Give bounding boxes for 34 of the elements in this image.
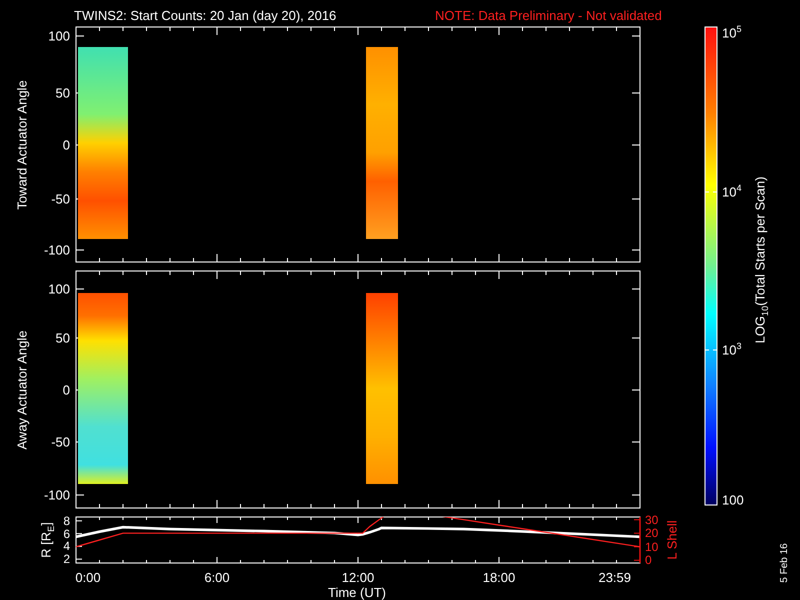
date-label: 5 Feb 16 bbox=[780, 543, 790, 583]
tick-label: 50 bbox=[56, 332, 70, 344]
tick-label: 4 bbox=[63, 540, 70, 552]
tick-label: 100 bbox=[48, 282, 70, 296]
tick-label: 2 bbox=[63, 553, 70, 566]
tick-label: 30 bbox=[645, 514, 658, 526]
tick-label: -50 bbox=[51, 436, 70, 448]
tick-label: 10$^{3}$ bbox=[722, 344, 742, 356]
tick-label: 23:59 bbox=[598, 571, 632, 584]
axis-label: Toward Actuator Angle bbox=[16, 80, 28, 210]
tick-label: 10$^{5}$ bbox=[722, 26, 742, 40]
tick-label: 0 bbox=[645, 554, 652, 566]
preliminary-note: NOTE: Data Preliminary - Not validated bbox=[435, 9, 662, 22]
tick-label: 8 bbox=[63, 514, 70, 527]
tick-label: 18:00 bbox=[482, 571, 516, 584]
tick-label: 10$^{4}$ bbox=[722, 186, 742, 198]
tick-label: 0 bbox=[62, 384, 70, 396]
tick-label: 50 bbox=[56, 86, 70, 100]
tick-label: 100 bbox=[722, 494, 744, 506]
axis-label: L Shell bbox=[666, 520, 678, 560]
axis-label: Time (UT) bbox=[328, 586, 386, 599]
tick-label: -50 bbox=[51, 192, 70, 206]
tick-label: 10 bbox=[645, 540, 658, 553]
tick-label: 100 bbox=[48, 30, 70, 42]
tick-label: 0:00 bbox=[75, 571, 101, 584]
tick-label: 0 bbox=[62, 138, 70, 152]
tick-label: 6:00 bbox=[204, 571, 230, 584]
tick-label: 12:00 bbox=[342, 571, 374, 584]
plot-title: TWINS2: Start Counts: 20 Jan (day 20), 2016 bbox=[74, 9, 336, 22]
tick-label: 20 bbox=[645, 527, 658, 540]
tick-label: -100 bbox=[44, 488, 70, 502]
tick-label: -100 bbox=[44, 244, 70, 256]
tick-label: 6 bbox=[63, 528, 70, 540]
axis-label: Away Actuator Angle bbox=[16, 330, 28, 449]
